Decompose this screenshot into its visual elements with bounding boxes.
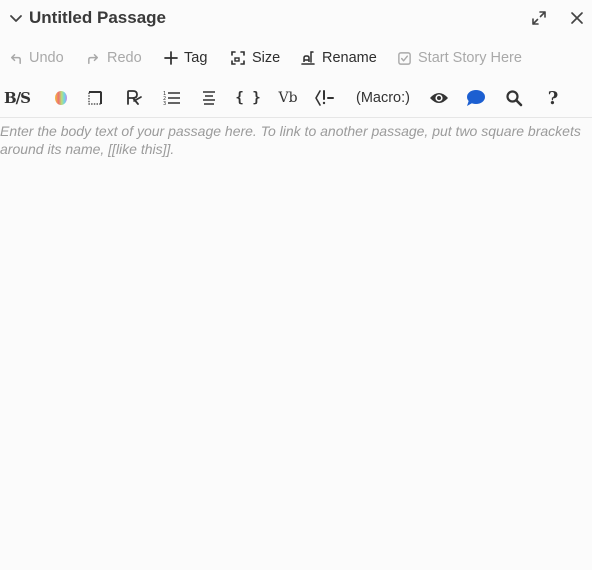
start-story-here-button[interactable]: Start Story Here [397, 40, 522, 76]
tag-button[interactable]: Tag [164, 40, 207, 76]
redo-label: Redo [107, 50, 142, 66]
hook-brackets-icon[interactable]: { } [234, 80, 262, 116]
start-story-label: Start Story Here [418, 50, 522, 66]
border-icon[interactable] [84, 80, 106, 116]
align-icon[interactable] [198, 80, 220, 116]
chevron-down-icon[interactable] [8, 10, 24, 26]
size-label: Size [252, 50, 281, 66]
plus-icon [164, 51, 178, 65]
bold-italic-strike-icon[interactable]: B/S [4, 80, 31, 116]
checkbox-icon [398, 51, 411, 65]
rename-button[interactable]: Rename [300, 40, 377, 76]
format-toolbar: B/S 1 2 3 {} Vb (Macro:) ? [0, 80, 592, 116]
rename-icon [301, 51, 315, 65]
maximize-icon[interactable] [530, 9, 548, 27]
undo-label: Undo [29, 50, 64, 66]
passage-title: Untitled Passage [29, 8, 166, 27]
close-icon[interactable] [568, 9, 586, 27]
color-icon[interactable] [50, 80, 72, 116]
text-style-icon[interactable] [122, 80, 146, 116]
toolbar-divider [0, 117, 592, 118]
macro-button[interactable]: (Macro:) [352, 80, 414, 116]
svg-text:3: 3 [163, 101, 166, 106]
undo-icon [11, 53, 21, 64]
help-icon[interactable]: ? [542, 80, 564, 116]
passage-body-editor[interactable]: Enter the body text of your passage here… [0, 122, 585, 158]
list-icon[interactable]: 1 2 3 [161, 80, 183, 116]
control-flow-icon[interactable] [313, 80, 337, 116]
passage-titlebar: Untitled Passage [0, 0, 592, 38]
undo-button[interactable]: Undo [8, 40, 64, 76]
redo-button[interactable]: Redo [86, 40, 142, 76]
tag-label: Tag [184, 50, 208, 66]
comment-icon[interactable] [464, 80, 488, 116]
size-button[interactable]: Size [230, 40, 280, 76]
passage-action-toolbar: Undo Redo Tag Size Rename Start Story He… [0, 40, 592, 76]
search-icon[interactable] [502, 80, 526, 116]
size-icon [231, 51, 245, 65]
rename-label: Rename [322, 50, 377, 66]
eye-icon[interactable] [427, 80, 451, 116]
redo-icon [88, 53, 98, 64]
variable-icon[interactable]: Vb [275, 80, 301, 116]
